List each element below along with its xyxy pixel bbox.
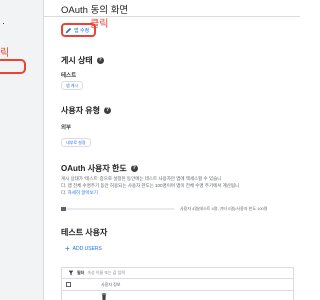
user-cap-heading: OAuth 사용자 한도 ? [61, 163, 138, 174]
test-users-heading: 테스트 사용자 [61, 227, 107, 238]
user-cap-progress-track [61, 208, 174, 210]
user-cap-description: 게시 상태가 '테스트' 중으로 설정된 동안에는 테스트 사용자만 앱에 액세… [61, 175, 279, 196]
click-annotation: 클릭 [90, 19, 109, 30]
user-cap-quota-text: 사용자 4명(테스트 4명, 기타 0명)/사용자 한도 100명 [180, 206, 268, 211]
add-users-label: ADD USERS [72, 246, 102, 252]
column-header-user-info: 사용자 정보 [101, 281, 121, 287]
pencil-icon [65, 27, 72, 33]
user-cap-progress-fill [61, 207, 66, 211]
user-type-heading: 사용자 유형 ? [61, 105, 112, 116]
publish-app-button[interactable]: 앱 게시 [61, 81, 84, 90]
user-type-title: 사용자 유형 [61, 106, 101, 115]
description-line-3-text: 다. [61, 190, 67, 195]
add-users-button[interactable]: + ADD USERS [65, 245, 102, 253]
description-line-1: 게시 상태가 '테스트' 중으로 설정된 동안에는 테스트 사용자만 앱에 액세… [61, 176, 222, 181]
user-type-value: 외부 [61, 125, 72, 131]
description-line-3: 다. 자세히 알아보기 [61, 189, 279, 196]
edit-app-label: 앱 수정 [74, 27, 90, 34]
filter-input[interactable]: 속성 이름 또는 값 입력 [87, 270, 125, 276]
trash-icon[interactable] [101, 293, 107, 300]
filter-label: 필터 [77, 269, 85, 275]
user-cap-title: OAuth 사용자 한도 [61, 164, 127, 173]
status-value: 테스트 [61, 73, 77, 79]
learn-more-link[interactable]: 자세히 알아보기 [68, 190, 98, 195]
help-icon[interactable]: ? [130, 165, 138, 172]
filter-icon [68, 270, 74, 275]
sidebar-item-partial[interactable]: · [2, 18, 5, 28]
page-title: OAuth 동의 화면 [61, 5, 129, 16]
table-header-row: 사용자 정보 [61, 279, 294, 291]
publishing-status-title: 게시 상태 [61, 56, 93, 65]
plus-icon: + [65, 244, 70, 253]
sidebar-click-annotation: 릭 [0, 48, 10, 59]
edit-app-button[interactable]: 앱 수정 [65, 25, 89, 35]
sidebar-selected-highlight[interactable] [0, 59, 26, 74]
help-icon[interactable]: ? [96, 57, 104, 64]
table-filter-row[interactable]: 필터 속성 이름 또는 값 입력 [61, 267, 294, 279]
make-internal-button[interactable]: 내부로 설정 [61, 138, 91, 147]
help-icon[interactable]: ? [104, 107, 112, 114]
test-users-title: 테스트 사용자 [61, 228, 108, 237]
publishing-status-heading: 게시 상태 ? [61, 55, 104, 66]
description-line-2: 다. 앱 전체 수명주기 동안 허용되는 사용자 한도는 100명이며 앱이 전… [61, 183, 240, 188]
